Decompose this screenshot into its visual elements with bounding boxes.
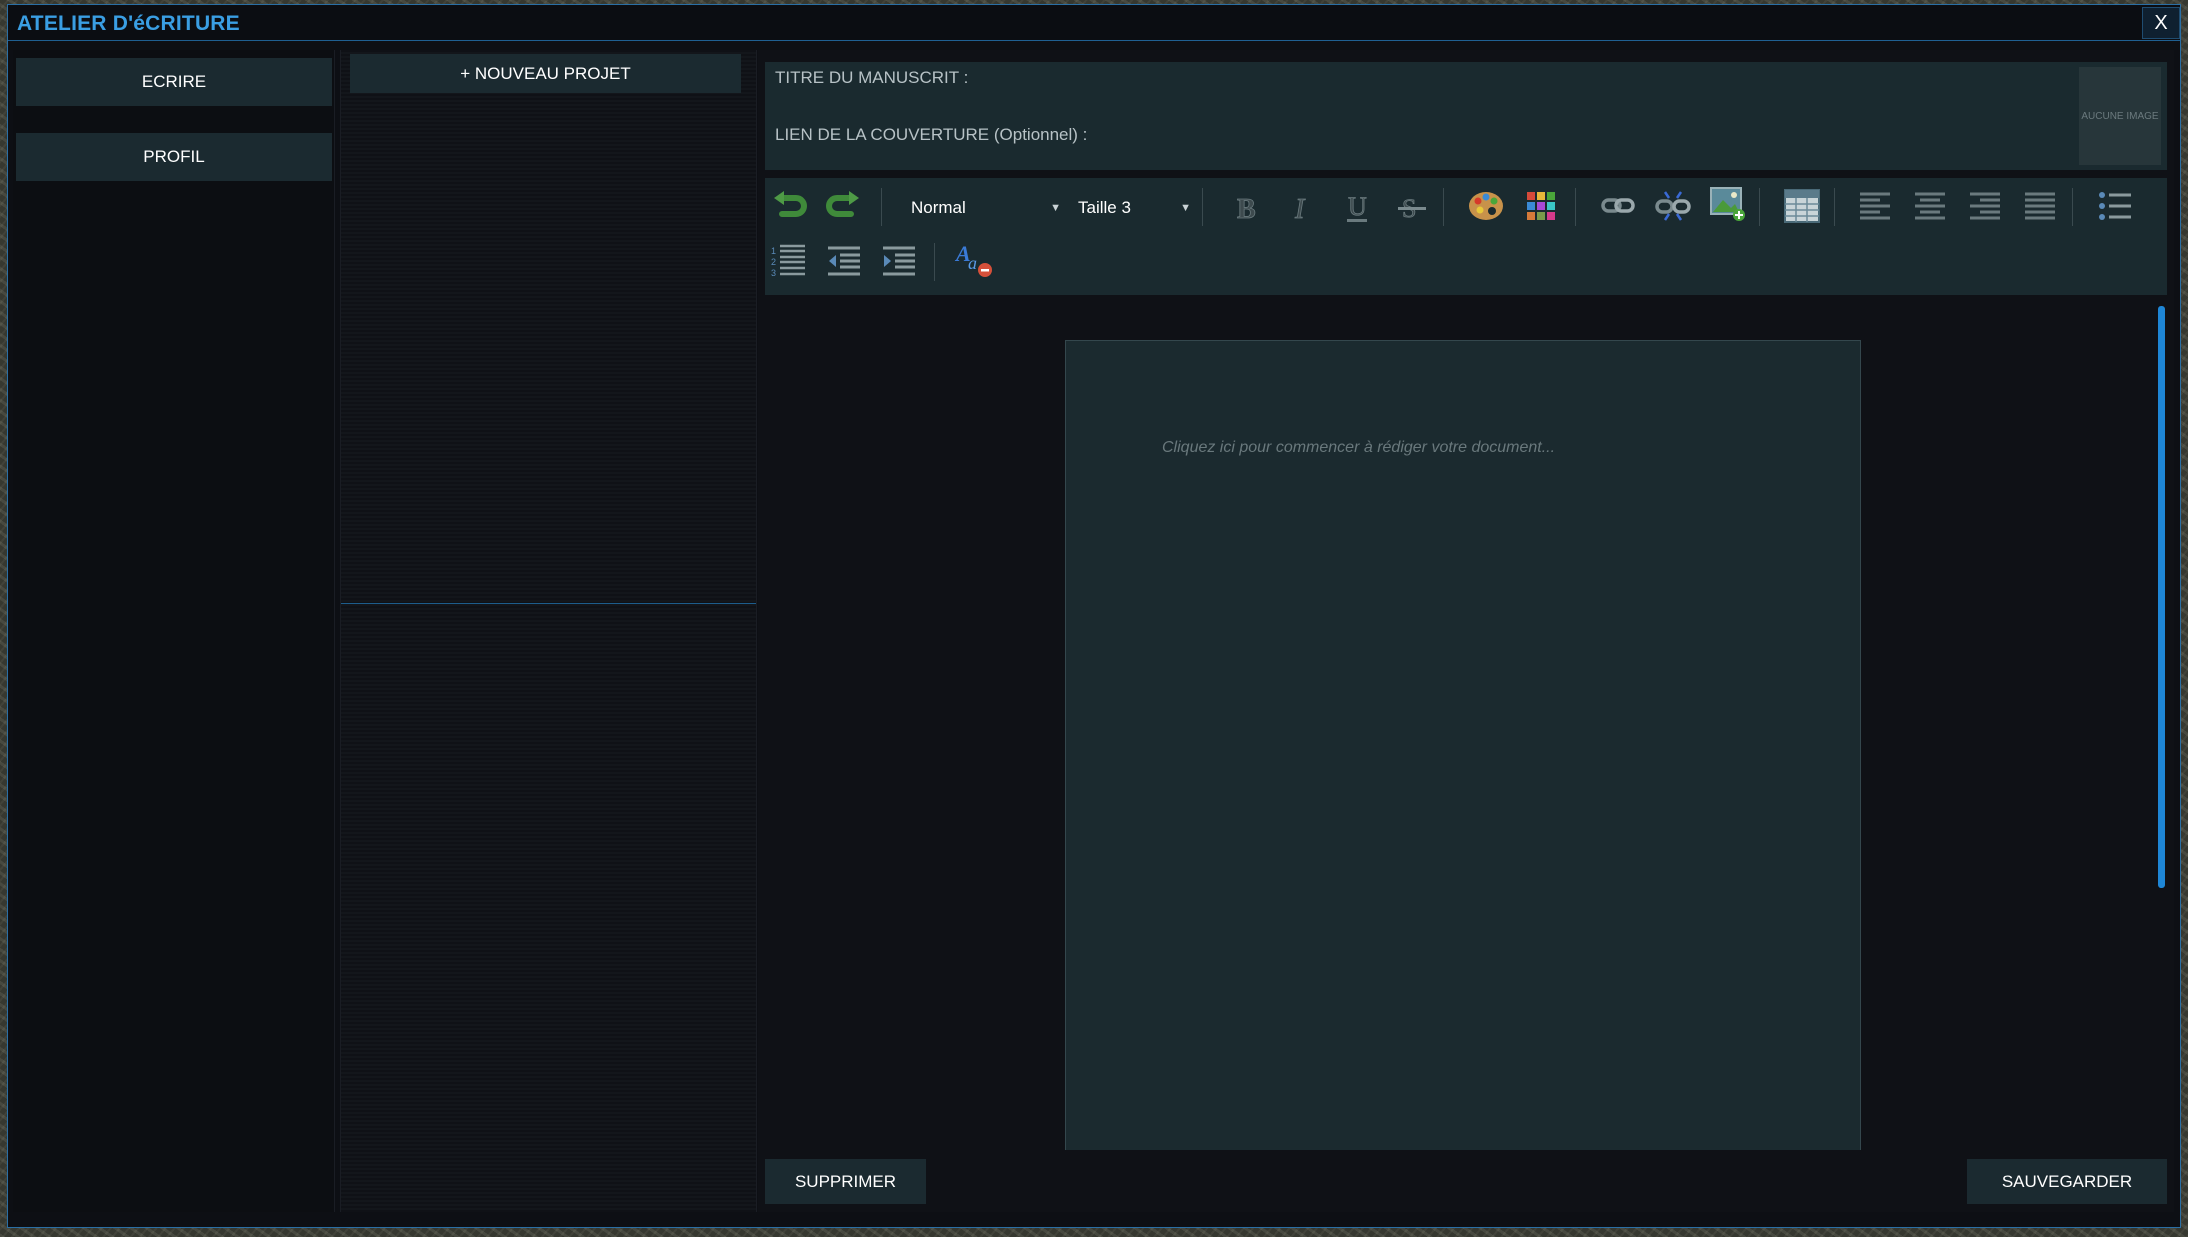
format-style-select[interactable]: Normal ▼ [911,190,1061,226]
bold-icon[interactable]: B [1227,188,1267,228]
editor-placeholder[interactable]: Cliquez ici pour commencer à rédiger vot… [1162,439,1555,457]
redo-icon[interactable] [824,186,864,226]
undo-icon[interactable] [769,186,809,226]
toolbar-separator [1834,188,1835,226]
align-left-icon[interactable] [1855,186,1895,226]
align-justify-icon[interactable] [2020,186,2060,226]
cover-link-field[interactable]: LIEN DE LA COUVERTURE (Optionnel) : [775,125,1087,145]
save-button[interactable]: SAUVEGARDER [1967,1159,2167,1204]
table-icon[interactable] [1782,186,1822,226]
background-color-icon[interactable] [1521,186,1561,226]
toolbar-separator [1443,188,1444,226]
toolbar-separator [1575,188,1576,226]
sidebar: ECRIRE PROFIL [13,50,335,1212]
outdent-icon[interactable] [824,241,864,281]
font-size-value: Taille 3 [1078,198,1131,217]
cover-image-preview: AUCUNE IMAGE [2079,67,2161,165]
numbered-list-icon[interactable]: 123 [769,241,809,281]
editor-canvas: Cliquez ici pour commencer à rédiger vot… [765,302,2167,1150]
toolbar-separator [934,243,935,281]
svg-text:U: U [1348,192,1367,221]
svg-text:a: a [968,253,977,273]
svg-text:3: 3 [771,268,776,278]
project-list-panel: + NOUVEAU PROJET [340,50,757,1212]
text-color-icon[interactable] [1466,186,1506,226]
new-project-button[interactable]: + NOUVEAU PROJET [350,54,741,93]
svg-text:I: I [1294,194,1306,223]
toolbar-separator [2072,188,2073,226]
toolbar-separator [881,188,882,226]
svg-text:B: B [1237,194,1256,223]
bullet-list-icon[interactable] [2095,186,2135,226]
editor-scrollbar[interactable] [2158,306,2165,888]
sidebar-item-ecrire[interactable]: ECRIRE [16,58,332,106]
align-right-icon[interactable] [1965,186,2005,226]
indent-icon[interactable] [879,241,919,281]
format-style-value: Normal [911,198,966,217]
editor-toolbar: Normal ▼ Taille 3 ▼ B I U S 1 2 3 A a [765,178,2167,295]
toolbar-separator [1202,188,1203,226]
align-center-icon[interactable] [1910,186,1950,226]
manuscript-title-field[interactable]: TITRE DU MANUSCRIT : [775,68,968,88]
svg-text:2: 2 [771,257,776,267]
underline-icon[interactable]: U [1337,188,1377,228]
panel-divider [341,603,756,604]
unlink-icon[interactable] [1653,186,1693,226]
link-icon[interactable] [1598,186,1638,226]
strikethrough-icon[interactable]: S [1392,188,1432,228]
insert-image-icon[interactable] [1708,184,1748,224]
sidebar-item-profil[interactable]: PROFIL [16,133,332,181]
manuscript-meta: TITRE DU MANUSCRIT : LIEN DE LA COUVERTU… [765,62,2167,170]
window-title: ATELIER D'éCRITURE [17,12,240,35]
editor-panel: TITRE DU MANUSCRIT : LIEN DE LA COUVERTU… [758,50,2174,1212]
chevron-down-icon: ▼ [1180,202,1191,214]
chevron-down-icon: ▼ [1050,202,1061,214]
remove-format-icon[interactable]: Aa [954,239,994,279]
svg-text:1: 1 [771,246,776,256]
title-bar: ATELIER D'éCRITURE X [8,5,2180,41]
delete-button[interactable]: SUPPRIMER [765,1159,926,1204]
close-button[interactable]: X [2142,7,2180,39]
document-page[interactable]: Cliquez ici pour commencer à rédiger vot… [1065,340,1861,1150]
toolbar-separator [1759,188,1760,226]
writing-workshop-window: ATELIER D'éCRITURE X ECRIRE PROFIL + NOU… [7,4,2181,1228]
italic-icon[interactable]: I [1282,188,1322,228]
font-size-select[interactable]: Taille 3 ▼ [1078,190,1191,226]
